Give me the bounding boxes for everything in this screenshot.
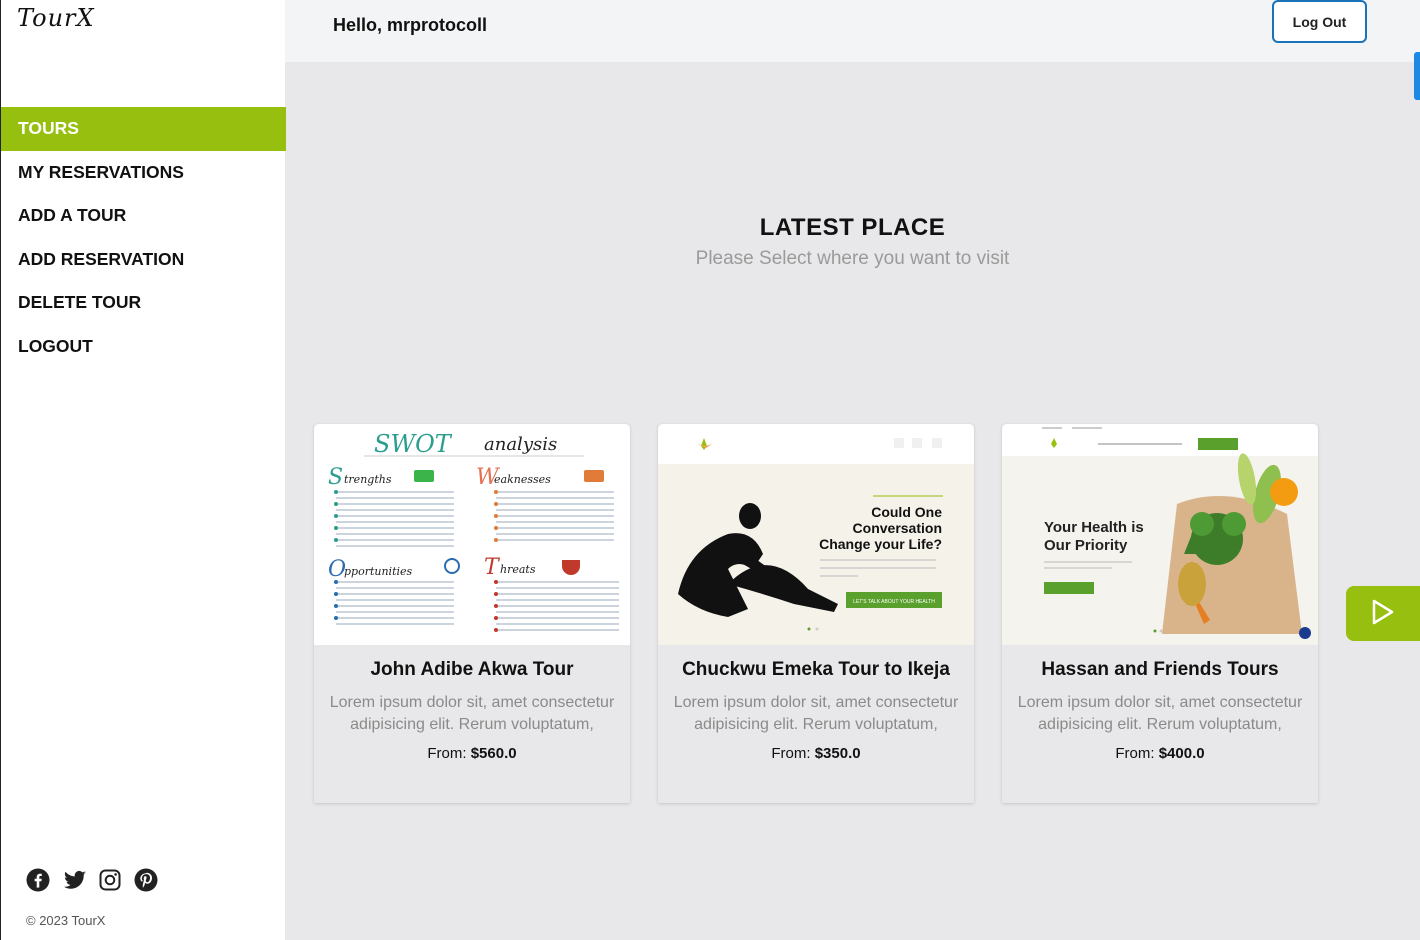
app-logo[interactable]: TourX (17, 4, 95, 32)
sidebar-nav: TOURS MY RESERVATIONS ADD A TOUR ADD RES… (1, 107, 286, 368)
page-heading: LATEST PLACE Please Select where you wan… (285, 214, 1420, 270)
tour-image-wellness: Could One Conversation Change your Life?… (658, 424, 974, 645)
promo-headline-1: Could One (871, 504, 942, 520)
page-subtitle: Please Select where you want to visit (695, 248, 1010, 269)
promo-headline-2: Conversation (853, 520, 942, 536)
play-arrow-icon (1371, 599, 1395, 629)
promo-headline-1: Your Health is (1044, 519, 1144, 536)
price-value: $400.0 (1158, 745, 1205, 762)
pinterest-icon[interactable] (134, 868, 158, 892)
price-prefix: From: (427, 745, 471, 762)
sidebar-item-my-reservations[interactable]: MY RESERVATIONS (1, 151, 286, 195)
threats-label: hreats (500, 563, 536, 576)
tour-image-grocery: Your Health is Our Priority (1002, 424, 1318, 645)
sidebar: TourX TOURS MY RESERVATIONS ADD A TOUR A… (0, 0, 286, 940)
next-slide-button[interactable] (1346, 586, 1420, 641)
sidebar-item-add-reservation[interactable]: ADD RESERVATION (1, 238, 286, 282)
promo-cta: LET'S TALK ABOUT YOUR HEALTH (853, 599, 935, 605)
sidebar-item-tours[interactable]: TOURS (1, 107, 286, 151)
weaknesses-label: eaknesses (494, 473, 551, 486)
tour-title[interactable]: Hassan and Friends Tours (1002, 659, 1318, 681)
tour-card[interactable]: SWOT analysis S trengths W eaknesses O p… (314, 424, 630, 803)
tour-description: Lorem ipsum dolor sit, amet consectetur … (1017, 694, 1303, 733)
scroll-indicator[interactable] (1414, 52, 1420, 100)
opportunities-label: pportunities (344, 565, 413, 578)
page-title: LATEST PLACE (759, 214, 946, 241)
top-bar: Hello, mrprotocoll Log Out (285, 0, 1420, 62)
tour-price: From: $350.0 (658, 745, 974, 762)
tour-title[interactable]: John Adibe Akwa Tour (314, 659, 630, 681)
tour-card[interactable]: Could One Conversation Change your Life?… (658, 424, 974, 803)
tour-description: Lorem ipsum dolor sit, amet consectetur … (673, 694, 959, 733)
swot-subheading: analysis (484, 434, 557, 455)
tour-price: From: $400.0 (1002, 745, 1318, 762)
strengths-label: trengths (344, 473, 392, 486)
strengths-initial: S (328, 465, 343, 490)
facebook-icon[interactable] (26, 868, 50, 892)
tour-card[interactable]: Your Health is Our Priority Hassan and F… (1002, 424, 1318, 803)
logout-button[interactable]: Log Out (1272, 0, 1367, 43)
sidebar-item-logout[interactable]: LOGOUT (1, 325, 286, 369)
tour-image-swot: SWOT analysis S trengths W eaknesses O p… (314, 424, 630, 645)
tour-title[interactable]: Chuckwu Emeka Tour to Ikeja (658, 659, 974, 681)
threats-initial: T (484, 555, 501, 580)
promo-headline-2: Our Priority (1044, 537, 1128, 554)
sidebar-item-add-a-tour[interactable]: ADD A TOUR (1, 194, 286, 238)
price-prefix: From: (1115, 745, 1159, 762)
copyright-text: © 2023 TourX (26, 913, 106, 928)
social-links (26, 868, 158, 892)
twitter-icon[interactable] (62, 868, 86, 892)
sidebar-item-delete-tour[interactable]: DELETE TOUR (1, 281, 286, 325)
tour-price: From: $560.0 (314, 745, 630, 762)
swot-heading: SWOT (374, 430, 453, 458)
tour-description: Lorem ipsum dolor sit, amet consectetur … (329, 694, 615, 733)
user-greeting: Hello, mrprotocoll (333, 15, 488, 35)
promo-headline-3: Change your Life? (819, 536, 942, 552)
price-value: $350.0 (814, 745, 861, 762)
price-prefix: From: (771, 745, 815, 762)
instagram-icon[interactable] (98, 868, 122, 892)
price-value: $560.0 (470, 745, 517, 762)
